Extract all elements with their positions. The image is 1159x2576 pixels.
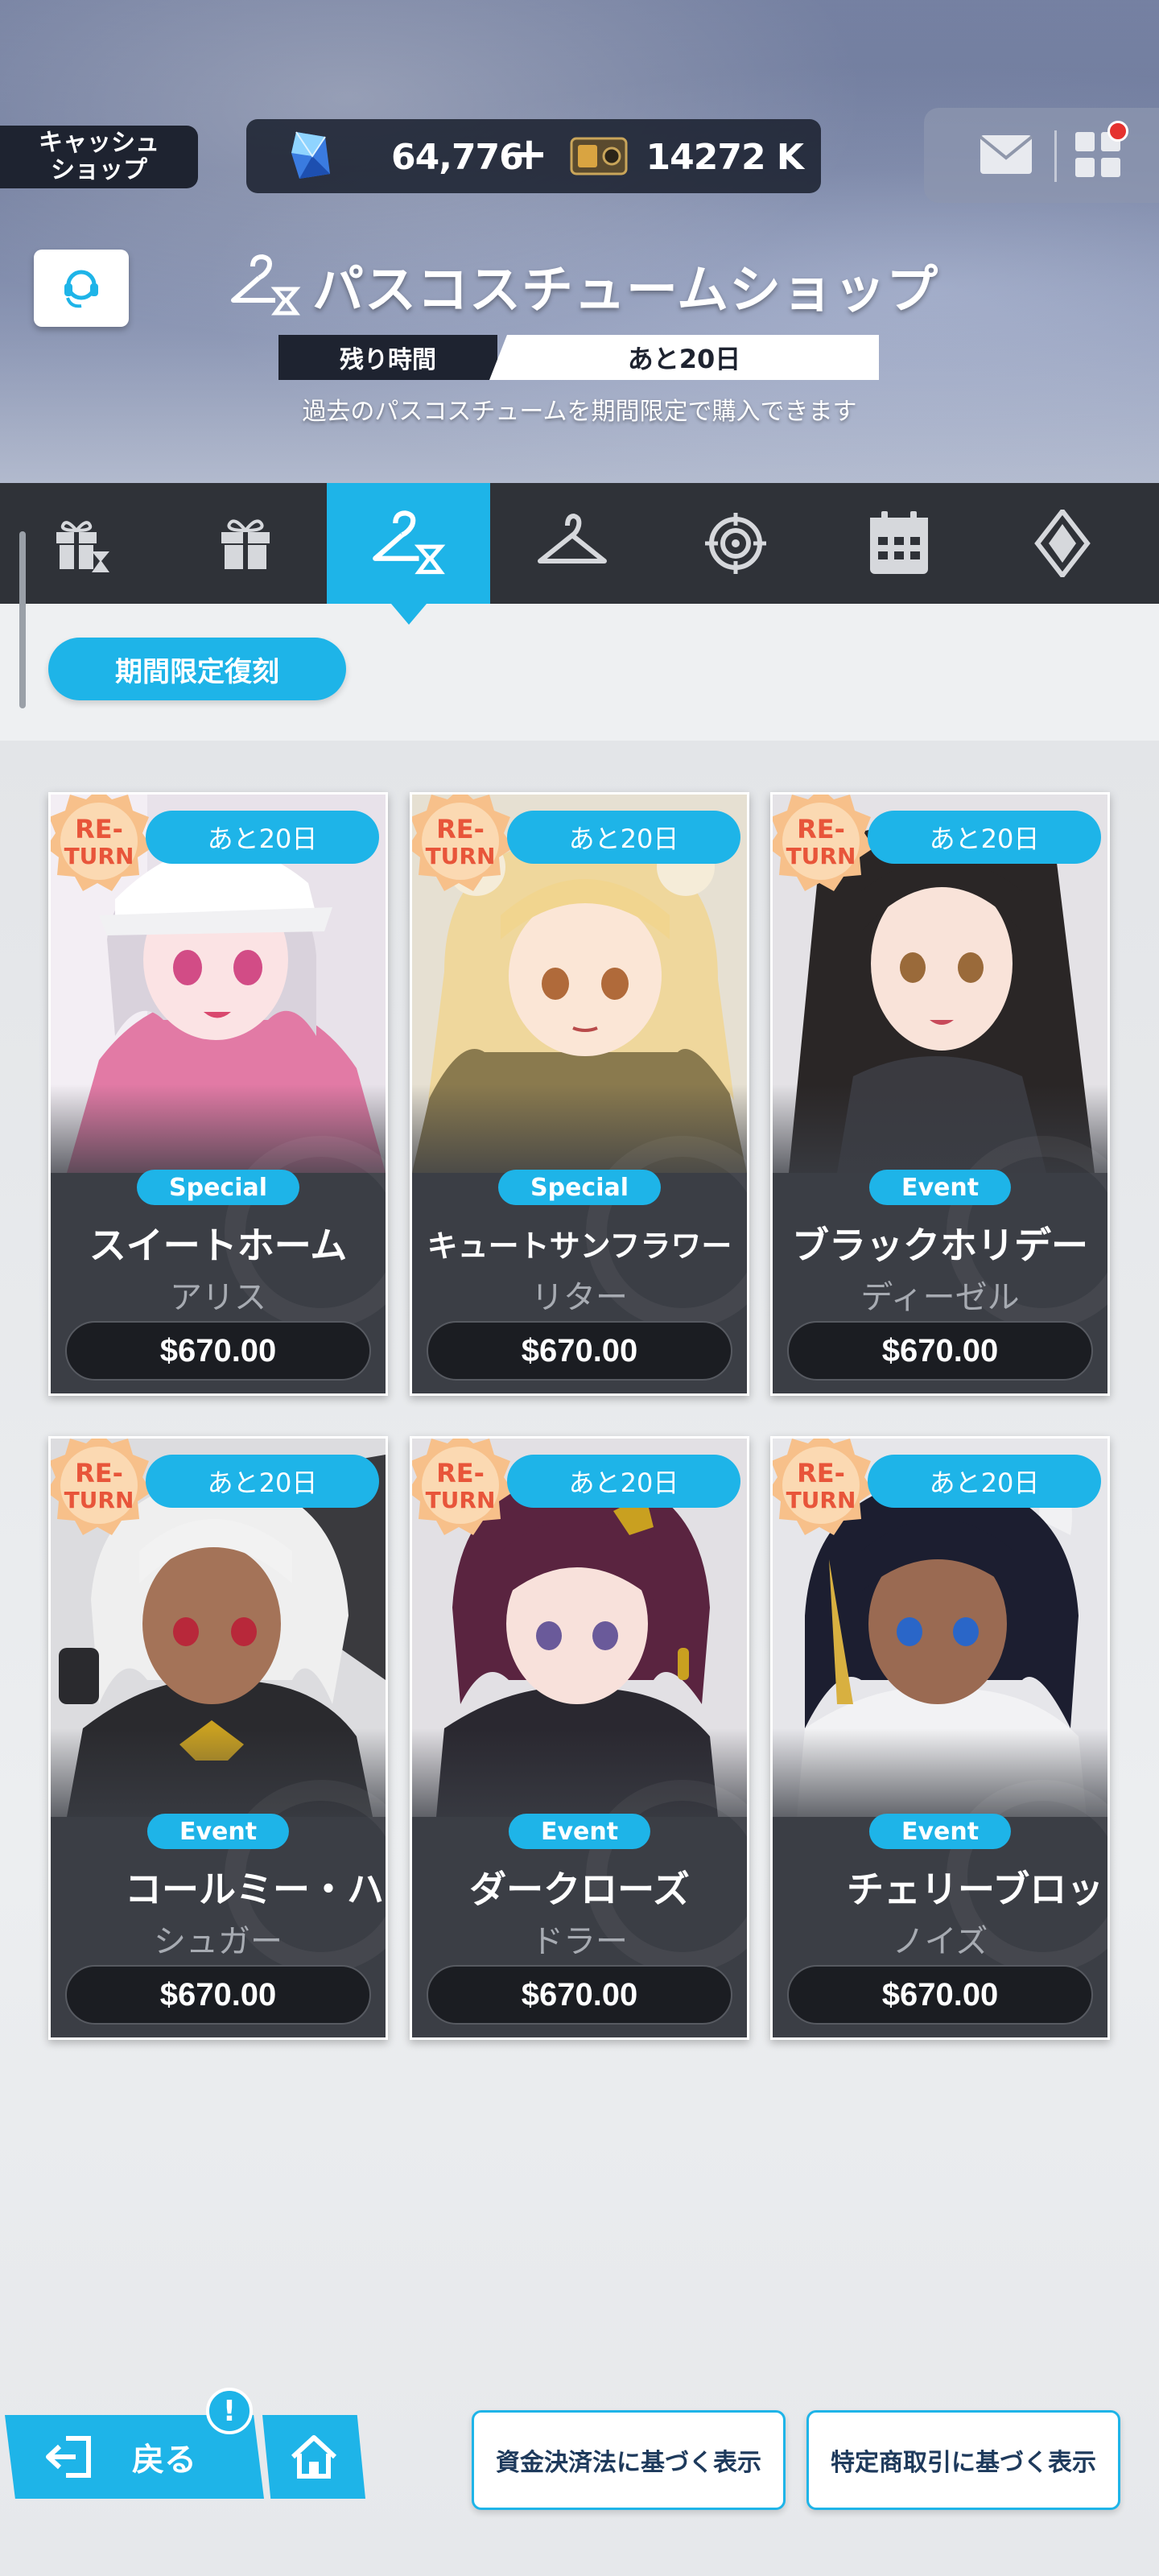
costume-name: コールミー・ハ [125, 1868, 384, 1909]
character-name: ノイズ [892, 1923, 988, 1960]
card-tag: Special [497, 1170, 662, 1205]
hanger-icon [537, 513, 607, 564]
return-badge-turn: TURN [64, 1487, 134, 1513]
top-right-panel [924, 108, 1159, 203]
character-name: アリス [170, 1279, 266, 1316]
card-tag: Special [136, 1170, 300, 1205]
price-button[interactable]: $670.00 [787, 1321, 1093, 1381]
filter-area: 期間限定復刻 [0, 604, 1159, 741]
card-tag: Event [146, 1814, 290, 1849]
exit-arrow-icon [46, 2436, 91, 2478]
return-badge-icon: RE- TURN [412, 795, 514, 891]
hanger-hourglass-icon [372, 510, 445, 575]
page-title: パスコスチュームショップ [312, 261, 939, 320]
price-button[interactable]: $670.00 [427, 1965, 732, 2025]
price-button[interactable]: $670.00 [65, 1321, 371, 1381]
notification-dot [1107, 121, 1128, 142]
gift-icon [221, 519, 270, 569]
tab-target[interactable] [654, 483, 817, 604]
card-tag: Event [508, 1814, 651, 1849]
return-badge-re: RE- [797, 1458, 845, 1488]
gem-count: 64,776 [391, 137, 524, 178]
costume-card[interactable]: RE- TURN あと20日 Event ダークローズ ドラー $670.00 [410, 1436, 749, 2040]
return-badge-re: RE- [797, 814, 845, 844]
legal-commerce-button[interactable]: 特定商取引に基づく表示 [806, 2410, 1120, 2510]
return-badge-re: RE- [75, 1458, 123, 1488]
character-name: リター [531, 1279, 628, 1316]
tab-emblem[interactable] [980, 483, 1144, 604]
notice-badge[interactable]: ! [206, 2388, 253, 2434]
tab-costume[interactable] [490, 483, 654, 604]
return-badge-icon: RE- TURN [51, 795, 152, 891]
return-badge-turn: TURN [786, 1487, 856, 1513]
ticket-count: 14272 K [645, 137, 804, 178]
return-badge-re: RE- [436, 814, 485, 844]
remaining-time: 残り時間 あと20日 [278, 335, 879, 380]
card-timer: あと20日 [146, 811, 379, 864]
shop-title-row: パスコスチュームショップ [229, 242, 938, 330]
return-badge-icon: RE- TURN [773, 1439, 874, 1535]
return-badge-turn: TURN [426, 1487, 496, 1513]
headset-icon [64, 270, 98, 308]
tab-gift[interactable] [163, 483, 327, 604]
gift-hourglass-icon [56, 521, 109, 572]
price-button[interactable]: $670.00 [427, 1321, 732, 1381]
costume-name: ダークローズ [469, 1868, 690, 1909]
character-name: ディーゼル [860, 1279, 1020, 1316]
legal-funds-settlement-button[interactable]: 資金決済法に基づく表示 [472, 2410, 786, 2510]
card-timer: あと20日 [868, 1455, 1101, 1508]
mail-icon[interactable] [979, 132, 1033, 177]
support-button[interactable] [34, 250, 129, 327]
return-badge-re: RE- [75, 814, 123, 844]
tab-calendar[interactable] [817, 483, 980, 604]
tab-scroll-indicator[interactable] [19, 531, 26, 708]
tab-pass-costume[interactable] [327, 483, 490, 604]
home-icon [291, 2435, 337, 2479]
costume-card[interactable]: RE- TURN あと20日 Special キュートサンフラワー リター $6… [410, 792, 749, 1396]
category-tabs [0, 483, 1159, 604]
calendar-icon [869, 511, 928, 574]
costume-card[interactable]: RE- TURN あと20日 Event チェリーブロッ ノイズ $670.00 [770, 1436, 1110, 2040]
card-timer: あと20日 [868, 811, 1101, 864]
target-icon [704, 513, 766, 574]
cash-shop-label: キャッシュ ショップ [39, 129, 159, 184]
costume-name: ブラックホリデー [792, 1224, 1088, 1265]
return-badge-re: RE- [436, 1458, 485, 1488]
return-badge-turn: TURN [64, 843, 134, 869]
currency-bar: 64,776 + 14272 K [246, 119, 821, 193]
price-button[interactable]: $670.00 [65, 1965, 371, 2025]
diamond-emblem-icon [1033, 510, 1091, 577]
costume-name: キュートサンフラワー [427, 1228, 732, 1264]
card-timer: あと20日 [507, 1455, 740, 1508]
shop-description: 過去のパスコスチュームを期間限定で購入できます [302, 398, 857, 426]
divider [1054, 130, 1057, 182]
gem-icon [291, 131, 330, 179]
return-badge-icon: RE- TURN [51, 1439, 152, 1535]
card-timer: あと20日 [507, 811, 740, 864]
remaining-time-label: 残り時間 [278, 335, 497, 380]
hanger-hourglass-icon [231, 254, 301, 316]
add-gems-button[interactable]: + [510, 129, 548, 180]
filter-limited-revival[interactable]: 期間限定復刻 [48, 638, 346, 700]
home-button[interactable] [262, 2415, 365, 2499]
character-name: シュガー [154, 1923, 283, 1960]
remaining-time-value: あと20日 [489, 335, 879, 380]
return-badge-turn: TURN [426, 843, 496, 869]
costume-name: チェリーブロッ [847, 1868, 1104, 1909]
price-button[interactable]: $670.00 [787, 1965, 1093, 2025]
card-tag: Event [868, 1814, 1012, 1849]
return-badge-icon: RE- TURN [412, 1439, 514, 1535]
return-badge-icon: RE- TURN [773, 795, 874, 891]
return-badge-turn: TURN [786, 843, 856, 869]
character-name: ドラー [531, 1923, 628, 1960]
cash-shop-button[interactable]: キャッシュ ショップ [0, 126, 198, 188]
costume-card[interactable]: RE- TURN あと20日 Event コールミー・ハ シュガー $670.0… [48, 1436, 388, 2040]
card-timer: あと20日 [146, 1455, 379, 1508]
back-label: 戻る [132, 2442, 196, 2479]
ticket-icon [570, 137, 628, 175]
costume-card[interactable]: RE- TURN あと20日 Special スイートホーム アリス $670.… [48, 792, 388, 1396]
card-tag: Event [868, 1170, 1012, 1205]
costume-card[interactable]: RE- TURN あと20日 Event ブラックホリデー ディーゼル $670… [770, 792, 1110, 1396]
costume-name: スイートホーム [89, 1224, 348, 1265]
